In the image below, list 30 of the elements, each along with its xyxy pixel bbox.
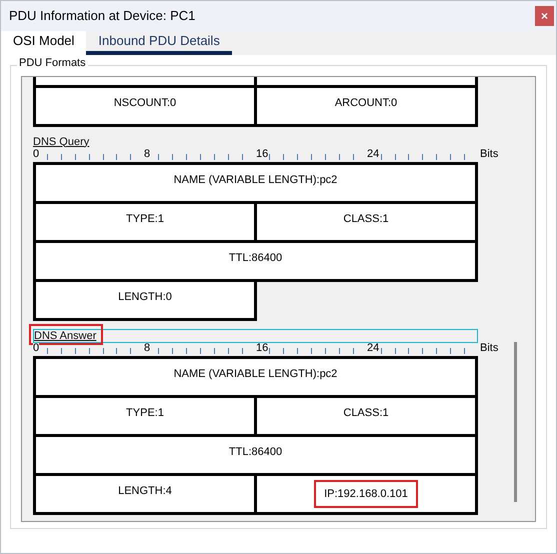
field-text: NSCOUNT:0	[114, 98, 176, 111]
field-text: TYPE:1	[126, 214, 164, 227]
field-text: TTL:86400	[228, 253, 282, 266]
field-text: NAME (VARIABLE LENGTH):pc2	[174, 175, 338, 188]
ruler-label: 8	[144, 149, 150, 160]
ruler-label: 16	[256, 343, 268, 354]
field-text: LENGTH:4	[118, 486, 172, 499]
field-text: CLASS:1	[343, 408, 389, 421]
section-title[interactable]: DNS Answer	[34, 330, 96, 342]
annotated-value: IP:192.168.0.101	[314, 480, 418, 508]
ruler-label: 0	[33, 343, 40, 354]
section-title[interactable]: DNS Query	[33, 136, 90, 148]
field-text: TYPE:1	[126, 408, 164, 421]
ruler-label: 0	[33, 149, 40, 160]
ruler-label: 24	[367, 343, 380, 354]
close-button[interactable]: ×	[535, 6, 554, 26]
ruler-unit: Bits	[480, 149, 498, 160]
window-title: PDU Information at Device: PC1	[9, 7, 196, 26]
field-text: NAME (VARIABLE LENGTH):pc2	[174, 369, 338, 382]
group-title: PDU Formats	[17, 58, 88, 69]
ruler-label: 8	[144, 343, 150, 354]
scrollbar-thumb[interactable]	[514, 342, 517, 502]
field-text: CLASS:1	[343, 214, 389, 227]
ruler-label: 24	[367, 149, 380, 160]
ruler-label: 16	[256, 149, 268, 160]
ruler-unit: Bits	[480, 343, 498, 354]
tab[interactable]: OSI Model	[1, 31, 86, 55]
field-text: TTL:86400	[228, 447, 282, 460]
field-text: ARCOUNT:0	[334, 98, 398, 111]
field-text: LENGTH:0	[118, 292, 172, 305]
